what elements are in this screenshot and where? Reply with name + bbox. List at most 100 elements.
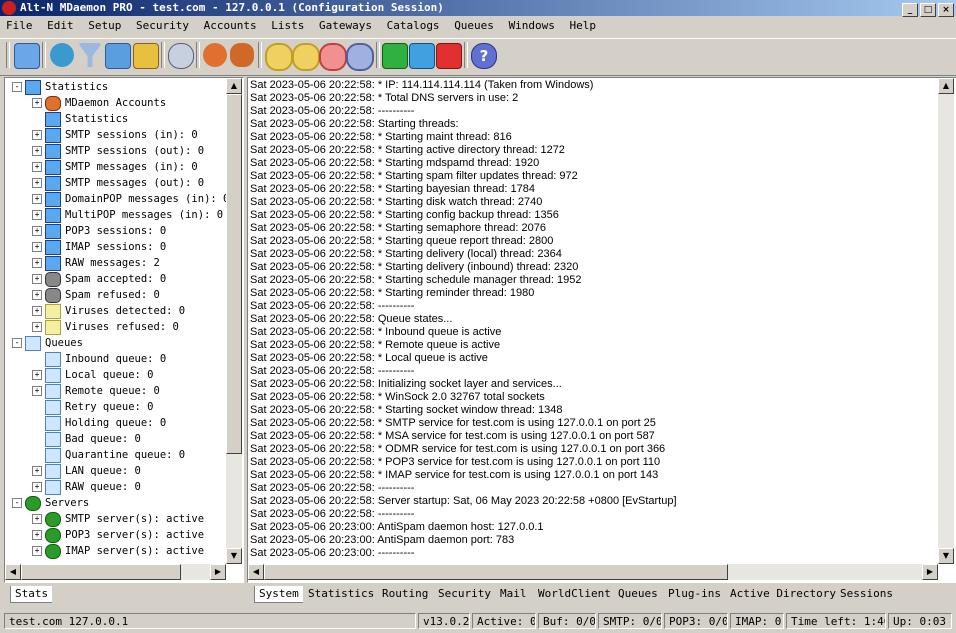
filter-icon[interactable] — [78, 43, 102, 67]
tree-item-stat[interactable]: + Spam refused: 0 — [32, 287, 160, 303]
tab-active-directory[interactable]: Active Directory — [726, 586, 840, 602]
tree-item-stat[interactable]: + Viruses detected: 0 — [32, 303, 185, 319]
log-vertical-scrollbar[interactable]: ▲ ▼ — [938, 78, 954, 564]
tab-mail[interactable]: Mail — [496, 586, 531, 602]
blue-status-icon[interactable] — [409, 43, 435, 69]
collapse-icon[interactable]: - — [12, 338, 22, 348]
tree-group-queues[interactable]: - Queues — [12, 335, 83, 351]
log-horizontal-scrollbar[interactable]: ◀ ▶ — [248, 564, 938, 580]
tree-item-stat[interactable]: Statistics — [45, 111, 128, 127]
log-hscroll-thumb[interactable] — [264, 564, 728, 580]
tree-item-stat[interactable]: + SMTP messages (out): 0 — [32, 175, 204, 191]
expand-icon[interactable]: + — [32, 130, 42, 140]
tree-item-server[interactable]: + POP3 server(s): active — [32, 527, 204, 543]
tab-routing[interactable]: Routing — [378, 586, 432, 602]
tree-item-queue[interactable]: Quarantine queue: 0 — [45, 447, 185, 463]
tab-sessions[interactable]: Sessions — [836, 586, 897, 602]
green-status-icon[interactable] — [382, 43, 408, 69]
tab-plugins[interactable]: Plug-ins — [664, 586, 725, 602]
expand-icon[interactable]: + — [32, 98, 42, 108]
lock-icon[interactable] — [133, 43, 159, 69]
expand-icon[interactable]: + — [32, 482, 42, 492]
dns-icon[interactable] — [50, 43, 74, 67]
content-filter-icon[interactable] — [105, 43, 131, 69]
tree-item-stat[interactable]: + MDaemon Accounts — [32, 95, 166, 111]
scroll-down-arrow-icon[interactable]: ▼ — [938, 548, 954, 564]
menu-accounts[interactable]: Accounts — [204, 19, 257, 32]
expand-icon[interactable]: + — [32, 290, 42, 300]
tree-item-stat[interactable]: + MultiPOP messages (in): 0 — [32, 207, 223, 223]
menu-lists[interactable]: Lists — [271, 19, 304, 32]
expand-icon[interactable]: + — [32, 226, 42, 236]
process-queue-4-icon[interactable] — [346, 43, 374, 71]
menu-help[interactable]: Help — [570, 19, 597, 32]
tab-queues[interactable]: Queues — [614, 586, 662, 602]
search-user-icon[interactable] — [168, 43, 194, 69]
scroll-left-arrow-icon[interactable]: ◀ — [5, 564, 21, 580]
scroll-up-arrow-icon[interactable]: ▲ — [226, 78, 242, 94]
red-status-icon[interactable] — [436, 43, 462, 69]
expand-icon[interactable]: + — [32, 242, 42, 252]
help-icon[interactable]: ? — [471, 43, 497, 69]
tree-item-queue[interactable]: Retry queue: 0 — [45, 399, 154, 415]
menu-edit[interactable]: Edit — [47, 19, 74, 32]
menu-queues[interactable]: Queues — [454, 19, 494, 32]
collapse-icon[interactable]: - — [12, 498, 22, 508]
process-queue-1-icon[interactable] — [265, 43, 293, 71]
new-account-icon[interactable] — [203, 43, 227, 67]
expand-icon[interactable]: + — [32, 210, 42, 220]
scroll-right-arrow-icon[interactable]: ▶ — [922, 564, 938, 580]
tree-item-stat[interactable]: + POP3 sessions: 0 — [32, 223, 166, 239]
collapse-icon[interactable]: - — [12, 82, 22, 92]
tree-item-server[interactable]: + SMTP server(s): active — [32, 511, 204, 527]
tree-item-stat[interactable]: + Spam accepted: 0 — [32, 271, 166, 287]
tab-stats[interactable]: Stats — [10, 586, 53, 603]
mdaemon-app-icon[interactable] — [2, 1, 16, 15]
menu-security[interactable]: Security — [136, 19, 189, 32]
expand-icon[interactable]: + — [32, 386, 42, 396]
expand-icon[interactable]: + — [32, 146, 42, 156]
account-manager-icon[interactable] — [14, 43, 40, 69]
tree-item-queue[interactable]: + RAW queue: 0 — [32, 479, 141, 495]
tree-item-queue[interactable]: Inbound queue: 0 — [45, 351, 166, 367]
tree-item-queue[interactable]: + LAN queue: 0 — [32, 463, 141, 479]
tree-vertical-scrollbar[interactable]: ▲ ▼ — [226, 78, 242, 564]
menu-file[interactable]: File — [6, 19, 33, 32]
tree-hscroll-thumb[interactable] — [21, 564, 181, 580]
menu-catalogs[interactable]: Catalogs — [387, 19, 440, 32]
tree-item-stat[interactable]: + Viruses refused: 0 — [32, 319, 179, 335]
system-log-pane[interactable]: Sat 2023-05-06 20:22:58: * IP: 114.114.1… — [247, 77, 956, 583]
expand-icon[interactable]: + — [32, 322, 42, 332]
expand-icon[interactable]: + — [32, 194, 42, 204]
accounts-icon[interactable] — [230, 43, 254, 67]
expand-icon[interactable]: + — [32, 530, 42, 540]
scroll-left-arrow-icon[interactable]: ◀ — [248, 564, 264, 580]
expand-icon[interactable]: + — [32, 162, 42, 172]
tree-item-stat[interactable]: + DomainPOP messages (in): 0 — [32, 191, 229, 207]
tree-item-server[interactable]: + IMAP server(s): active — [32, 543, 204, 559]
tree-group-statistics[interactable]: - Statistics — [12, 79, 108, 95]
expand-icon[interactable]: + — [32, 178, 42, 188]
tree-item-queue[interactable]: + Local queue: 0 — [32, 367, 154, 383]
close-button[interactable]: × — [938, 3, 954, 17]
tree-scroll-thumb[interactable] — [226, 94, 242, 454]
minimize-button[interactable]: _ — [902, 3, 918, 17]
maximize-button[interactable]: □ — [920, 3, 936, 17]
expand-icon[interactable]: + — [32, 306, 42, 316]
tab-system[interactable]: System — [254, 586, 303, 603]
expand-icon[interactable]: + — [32, 370, 42, 380]
menu-windows[interactable]: Windows — [509, 19, 555, 32]
scroll-down-arrow-icon[interactable]: ▼ — [226, 548, 242, 564]
expand-icon[interactable]: + — [32, 466, 42, 476]
scroll-right-arrow-icon[interactable]: ▶ — [210, 564, 226, 580]
tab-worldclient[interactable]: WorldClient — [534, 586, 615, 602]
expand-icon[interactable]: + — [32, 546, 42, 556]
tree-item-queue[interactable]: + Remote queue: 0 — [32, 383, 160, 399]
expand-icon[interactable]: + — [32, 514, 42, 524]
tree-item-queue[interactable]: Bad queue: 0 — [45, 431, 141, 447]
menu-setup[interactable]: Setup — [88, 19, 121, 32]
tree-item-stat[interactable]: + IMAP sessions: 0 — [32, 239, 166, 255]
process-queue-3-icon[interactable] — [319, 43, 347, 71]
tree-item-stat[interactable]: + SMTP sessions (in): 0 — [32, 127, 198, 143]
tree-item-stat[interactable]: + SMTP sessions (out): 0 — [32, 143, 204, 159]
